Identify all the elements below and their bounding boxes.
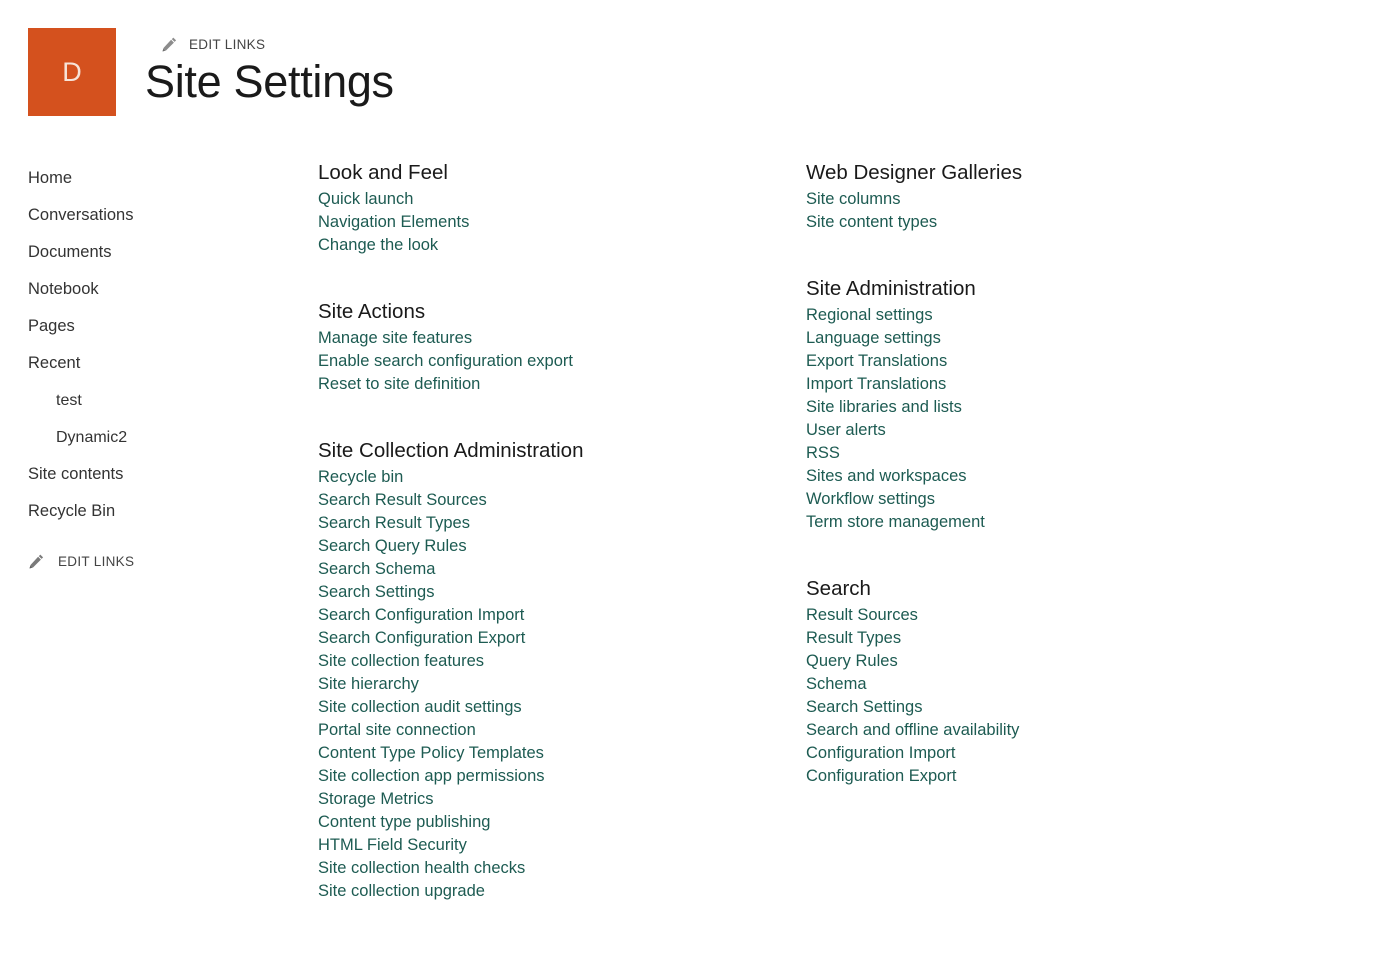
settings-section: Site Actions Manage site features Enable s… — [318, 299, 788, 396]
page-header: D EDIT LINKS Site Settings — [0, 0, 1400, 145]
edit-links-sidebar-button[interactable]: EDIT LINKS — [0, 550, 300, 572]
sidebar-item-recent[interactable]: Recent — [0, 345, 300, 382]
settings-link[interactable]: Term store management — [806, 511, 1276, 534]
settings-section: Look and Feel Quick launch Navigation Elem… — [318, 160, 788, 257]
settings-link[interactable]: Search Result Types — [318, 512, 788, 535]
settings-link[interactable]: Sites and workspaces — [806, 465, 1276, 488]
settings-link[interactable]: Site collection upgrade — [318, 880, 788, 903]
settings-link[interactable]: Enable search configuration export — [318, 350, 788, 373]
edit-links-top-button[interactable]: EDIT LINKS — [161, 33, 265, 55]
settings-link[interactable]: Site libraries and lists — [806, 396, 1276, 419]
settings-link[interactable]: Content type publishing — [318, 811, 788, 834]
settings-link[interactable]: Search Settings — [806, 696, 1276, 719]
settings-link[interactable]: Site collection health checks — [318, 857, 788, 880]
settings-link[interactable]: Search Query Rules — [318, 535, 788, 558]
settings-link[interactable]: Search Result Sources — [318, 489, 788, 512]
settings-link[interactable]: Configuration Export — [806, 765, 1276, 788]
settings-link[interactable]: RSS — [806, 442, 1276, 465]
sidebar-item-test[interactable]: test — [0, 382, 300, 419]
settings-link[interactable]: Result Types — [806, 627, 1276, 650]
settings-link[interactable]: Result Sources — [806, 604, 1276, 627]
settings-section: Search Result Sources Result Types Query Ru… — [806, 576, 1276, 788]
left-navigation: Home Conversations Documents Notebook Pages R… — [0, 160, 300, 572]
settings-link[interactable]: HTML Field Security — [318, 834, 788, 857]
sidebar-item-recycle-bin[interactable]: Recycle Bin — [0, 493, 300, 530]
sidebar-item-notebook[interactable]: Notebook — [0, 271, 300, 308]
settings-link[interactable]: Change the look — [318, 234, 788, 257]
settings-link[interactable]: Search and offline availability — [806, 719, 1276, 742]
settings-link[interactable]: Workflow settings — [806, 488, 1276, 511]
settings-link[interactable]: Search Schema — [318, 558, 788, 581]
settings-link[interactable]: Query Rules — [806, 650, 1276, 673]
settings-link[interactable]: Manage site features — [318, 327, 788, 350]
settings-link[interactable]: Schema — [806, 673, 1276, 696]
settings-link[interactable]: Content Type Policy Templates — [318, 742, 788, 765]
sidebar-item-home[interactable]: Home — [0, 160, 300, 197]
settings-link[interactable]: Search Configuration Import — [318, 604, 788, 627]
sidebar-item-site-contents[interactable]: Site contents — [0, 456, 300, 493]
section-heading: Look and Feel — [318, 161, 448, 184]
site-logo-tile[interactable]: D — [28, 28, 116, 116]
settings-link[interactable]: Storage Metrics — [318, 788, 788, 811]
pencil-icon — [161, 36, 178, 53]
settings-section: Web Designer Galleries Site columns Site c… — [806, 160, 1276, 234]
page-title: Site Settings — [145, 56, 394, 107]
sidebar-item-pages[interactable]: Pages — [0, 308, 300, 345]
section-heading: Site Collection Administration — [318, 439, 584, 462]
sidebar-item-dynamic2[interactable]: Dynamic2 — [0, 419, 300, 456]
settings-link[interactable]: Site collection app permissions — [318, 765, 788, 788]
settings-link[interactable]: Recycle bin — [318, 466, 788, 489]
settings-link[interactable]: Navigation Elements — [318, 211, 788, 234]
settings-section: Site Collection Administration Recycle bi… — [318, 438, 788, 903]
section-heading: Site Actions — [318, 300, 426, 323]
settings-link[interactable]: Site columns — [806, 188, 1276, 211]
settings-link[interactable]: Reset to site definition — [318, 373, 788, 396]
sidebar-item-documents[interactable]: Documents — [0, 234, 300, 271]
settings-link[interactable]: User alerts — [806, 419, 1276, 442]
settings-link[interactable]: Site collection features — [318, 650, 788, 673]
settings-link[interactable]: Configuration Import — [806, 742, 1276, 765]
settings-link[interactable]: Regional settings — [806, 304, 1276, 327]
nav-item-list: Home Conversations Documents Notebook Pages R… — [0, 160, 300, 530]
edit-links-sidebar-label: EDIT LINKS — [58, 553, 135, 569]
section-heading: Search — [806, 577, 871, 600]
settings-link[interactable]: Portal site connection — [318, 719, 788, 742]
settings-link[interactable]: Site hierarchy — [318, 673, 788, 696]
settings-column-right: Web Designer Galleries Site columns Site c… — [806, 160, 1276, 788]
settings-section: Site Administration Regional settings Lang… — [806, 276, 1276, 534]
sidebar-item-conversations[interactable]: Conversations — [0, 197, 300, 234]
pencil-icon — [28, 553, 45, 570]
settings-link[interactable]: Search Configuration Export — [318, 627, 788, 650]
settings-column-left: Look and Feel Quick launch Navigation Elem… — [318, 160, 788, 903]
settings-link[interactable]: Language settings — [806, 327, 1276, 350]
settings-link[interactable]: Search Settings — [318, 581, 788, 604]
section-heading: Site Administration — [806, 277, 976, 300]
edit-links-top-label: EDIT LINKS — [189, 36, 266, 52]
settings-link[interactable]: Import Translations — [806, 373, 1276, 396]
settings-link[interactable]: Export Translations — [806, 350, 1276, 373]
settings-link[interactable]: Quick launch — [318, 188, 788, 211]
settings-link[interactable]: Site collection audit settings — [318, 696, 788, 719]
section-heading: Web Designer Galleries — [806, 161, 1023, 184]
settings-link[interactable]: Site content types — [806, 211, 1276, 234]
